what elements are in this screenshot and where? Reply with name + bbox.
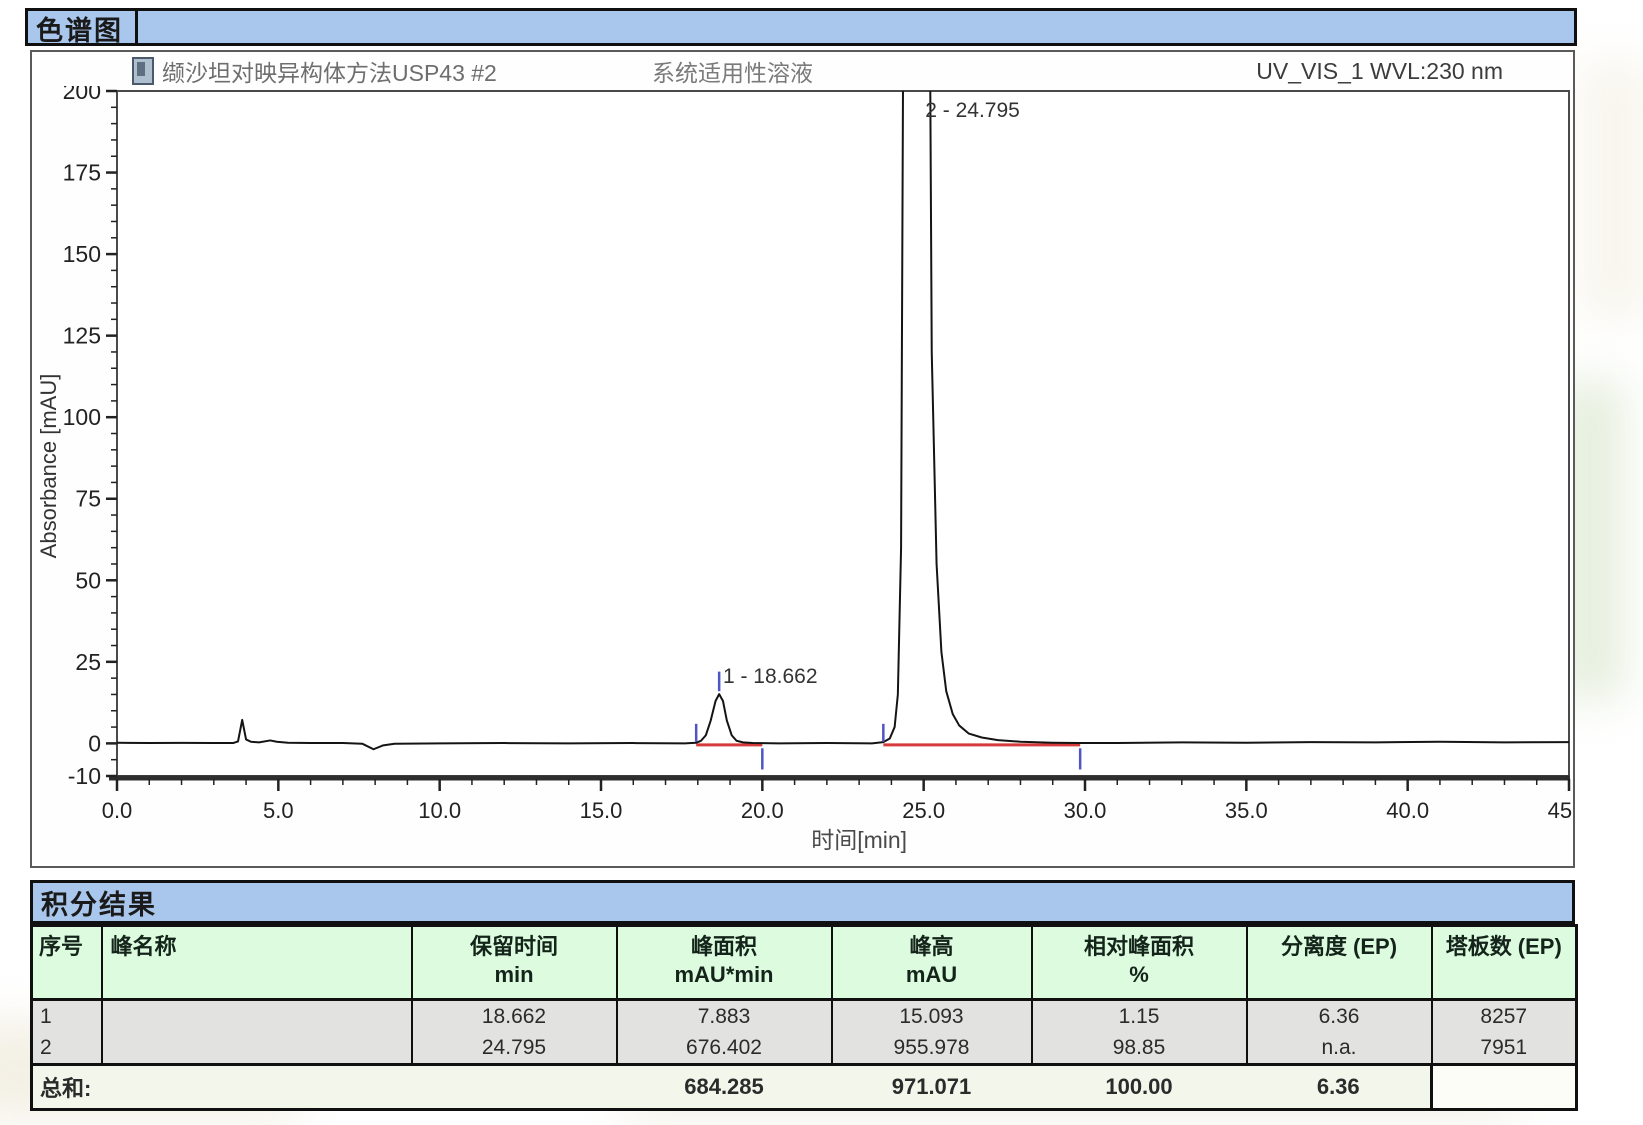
chart-header: 缬沙坦对映异构体方法USP43 #2 系统适用性溶液 UV_VIS_1 WVL:… — [32, 56, 1573, 86]
section-title: 色谱图 — [25, 8, 138, 46]
svg-text:10.0: 10.0 — [418, 798, 461, 823]
sum-row: 总和: 684.285971.071100.006.36 — [32, 1065, 1577, 1110]
chart-title-left: 缬沙坦对映异构体方法USP43 #2 — [162, 54, 497, 88]
table-row-2: 2 24.795676.402955.97898.85n.a.7951 — [32, 1032, 1577, 1065]
table-cell: 7.883 — [617, 1000, 832, 1033]
sum-cell — [412, 1065, 617, 1110]
svg-text:35.0: 35.0 — [1225, 798, 1268, 823]
chromatogram-section-bar: 色谱图 — [25, 8, 1577, 46]
sum-label: 总和: — [32, 1065, 412, 1110]
sum-cell: 6.36 — [1247, 1065, 1432, 1110]
table-cell: n.a. — [1247, 1032, 1432, 1065]
svg-text:150: 150 — [63, 241, 101, 267]
svg-text:0: 0 — [88, 730, 101, 756]
sum-cell — [1432, 1065, 1577, 1110]
y-axis: -10 0 25 50 75 100 125 150 175 200 Absorbance [mAU… — [36, 86, 117, 789]
svg-text:200: 200 — [63, 86, 101, 104]
svg-text:30.0: 30.0 — [1064, 798, 1107, 823]
svg-text:-10: -10 — [68, 763, 101, 789]
column-header-1: 峰名称 — [102, 926, 412, 1000]
table-cell: 7951 — [1432, 1032, 1577, 1065]
svg-text:125: 125 — [63, 323, 101, 349]
results-section-bar: 积分结果 — [30, 880, 1575, 924]
table-cell: 6.36 — [1247, 1000, 1432, 1033]
plot-border — [117, 91, 1569, 776]
chromatogram-plot: 0.0 5.0 10.0 15.0 20.0 25.0 30.0 35.0 40.0 45.0 时间… — [32, 86, 1573, 866]
table-body: 1 18.6627.88315.0931.156.368257 2 24.795676… — [32, 1000, 1577, 1110]
table-cell: 24.795 — [412, 1032, 617, 1065]
column-header-7: 塔板数 (EP) — [1432, 926, 1577, 1000]
table-row-1: 1 18.6627.88315.0931.156.368257 — [32, 1000, 1577, 1033]
table-cell — [102, 1000, 412, 1033]
chart-title-right: UV_VIS_1 WVL:230 nm — [1256, 58, 1503, 85]
svg-text:25: 25 — [75, 649, 101, 675]
table-cell: 1 — [32, 1000, 102, 1033]
table-cell: 98.85 — [1032, 1032, 1247, 1065]
column-header-5: 相对峰面积% — [1032, 926, 1247, 1000]
x-axis: 0.0 5.0 10.0 15.0 20.0 25.0 30.0 35.0 40.0 45.0 时间… — [102, 779, 1573, 853]
table-cell — [102, 1032, 412, 1065]
table-cell: 2 — [32, 1032, 102, 1065]
svg-text:5.0: 5.0 — [263, 798, 294, 823]
column-header-2: 保留时间min — [412, 926, 617, 1000]
table-cell: 15.093 — [832, 1000, 1032, 1033]
sum-cell: 971.071 — [832, 1065, 1032, 1110]
svg-text:175: 175 — [63, 160, 101, 186]
sum-cell: 684.285 — [617, 1065, 832, 1110]
injection-icon — [132, 57, 154, 85]
chart-title-center: 系统适用性溶液 — [652, 54, 813, 88]
integration-results-table: 序号峰名称保留时间min峰面积mAU*min峰高mAU相对峰面积%分离度 (EP… — [30, 924, 1578, 1111]
svg-text:45.0: 45.0 — [1548, 798, 1573, 823]
table-cell: 1.15 — [1032, 1000, 1247, 1033]
table-cell: 955.978 — [832, 1032, 1032, 1065]
table-cell: 676.402 — [617, 1032, 832, 1065]
results-title: 积分结果 — [41, 883, 157, 922]
column-header-6: 分离度 (EP) — [1247, 926, 1432, 1000]
scan-artifact — [1580, 60, 1643, 320]
svg-text:50: 50 — [75, 567, 101, 593]
table-cell: 18.662 — [412, 1000, 617, 1033]
y-axis-label: Absorbance [mAU] — [36, 374, 61, 559]
svg-text:15.0: 15.0 — [580, 798, 623, 823]
svg-text:40.0: 40.0 — [1386, 798, 1429, 823]
column-header-0: 序号 — [32, 926, 102, 1000]
svg-text:20.0: 20.0 — [741, 798, 784, 823]
sum-cell: 100.00 — [1032, 1065, 1247, 1110]
svg-text:100: 100 — [63, 404, 101, 430]
column-header-3: 峰面积mAU*min — [617, 926, 832, 1000]
svg-text:0.0: 0.0 — [102, 798, 133, 823]
svg-text:75: 75 — [75, 486, 101, 512]
chromatogram-frame: 缬沙坦对映异构体方法USP43 #2 系统适用性溶液 UV_VIS_1 WVL:… — [30, 50, 1575, 868]
table-header-row: 序号峰名称保留时间min峰面积mAU*min峰高mAU相对峰面积%分离度 (EP… — [32, 926, 1577, 1000]
svg-text:25.0: 25.0 — [902, 798, 945, 823]
chart-title-left-wrap: 缬沙坦对映异构体方法USP43 #2 — [132, 54, 497, 88]
peak-label-2: 2 - 24.795 — [925, 99, 1020, 122]
peak-label-1: 1 - 18.662 — [723, 665, 818, 688]
table-cell: 8257 — [1432, 1000, 1577, 1033]
column-header-4: 峰高mAU — [832, 926, 1032, 1000]
x-axis-label: 时间[min] — [811, 827, 907, 853]
